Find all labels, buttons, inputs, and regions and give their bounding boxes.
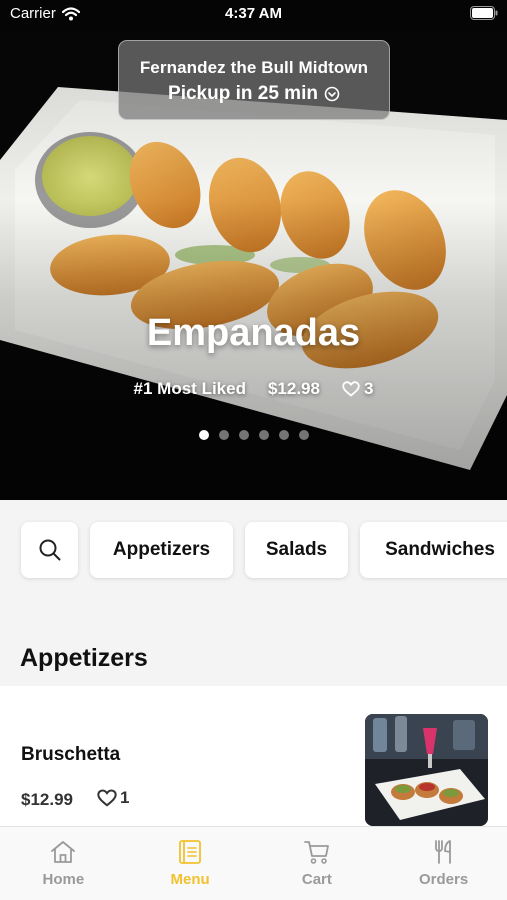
tab-home[interactable]: Home (0, 827, 127, 900)
menu-item-likes[interactable]: 1 (97, 788, 129, 808)
menu-icon (179, 840, 202, 864)
search-icon (39, 539, 60, 561)
pickup-time: Pickup in 25 min (119, 83, 389, 105)
pickup-label: Pickup in 25 min (168, 83, 318, 104)
menu-item-likes-count: 1 (120, 788, 130, 807)
home-icon (51, 841, 76, 863)
status-time: 4:37 AM (225, 5, 282, 22)
category-bar: Appetizers Salads Sandwiches (0, 500, 507, 600)
carousel-dot[interactable] (218, 430, 229, 440)
carousel-dot[interactable] (298, 430, 309, 440)
tab-home-label: Home (42, 871, 85, 888)
hero-title: Empanadas (146, 312, 361, 354)
menu-item-card[interactable]: Bruschetta $12.99 1 (0, 686, 507, 826)
orders-icon (434, 840, 451, 864)
tab-bar: Home Menu Cart Orders (0, 826, 507, 900)
hero-meta: #1 Most Liked $12.98 3 (0, 379, 507, 399)
hero-likes-count: 3 (363, 379, 374, 398)
tab-menu-label: Menu (170, 871, 210, 888)
tab-orders-label: Orders (419, 871, 469, 888)
heart-icon (342, 381, 360, 397)
category-chip-appetizers[interactable]: Appetizers (90, 522, 233, 578)
store-name: Fernandez the Bull Midtown (139, 58, 369, 77)
carousel-dot[interactable] (278, 430, 289, 440)
search-button[interactable] (21, 522, 78, 578)
store-selector[interactable]: Fernandez the Bull Midtown Pickup in 25 … (118, 40, 390, 120)
menu-item-photo (365, 714, 488, 826)
carousel-dot[interactable] (258, 430, 269, 440)
category-chip-sandwiches[interactable]: Sandwiches (360, 522, 507, 578)
chevron-down-circle-icon (324, 86, 340, 102)
cart-icon (303, 841, 329, 864)
hero-banner[interactable]: Carrier 4:37 AM Fernandez the Bull Midto… (0, 0, 507, 500)
tab-cart-label: Cart (301, 871, 332, 888)
status-bar: Carrier 4:37 AM (0, 0, 507, 30)
tab-cart[interactable]: Cart (254, 827, 381, 900)
menu-item-name: Bruschetta (21, 744, 121, 765)
battery-icon (470, 6, 498, 20)
carousel-dot[interactable] (198, 430, 209, 440)
category-chip-salads[interactable]: Salads (245, 522, 348, 578)
tab-orders[interactable]: Orders (380, 827, 507, 900)
menu-item-price: $12.99 (21, 790, 73, 809)
section-title: Appetizers (20, 644, 148, 672)
carousel-dot[interactable] (238, 430, 249, 440)
hero-badge: #1 Most Liked (133, 379, 246, 398)
carousel-pagination[interactable] (0, 430, 507, 440)
tab-menu[interactable]: Menu (127, 827, 254, 900)
hero-likes[interactable]: 3 (342, 379, 373, 399)
heart-icon (97, 789, 117, 807)
hero-price: $12.98 (267, 379, 320, 398)
